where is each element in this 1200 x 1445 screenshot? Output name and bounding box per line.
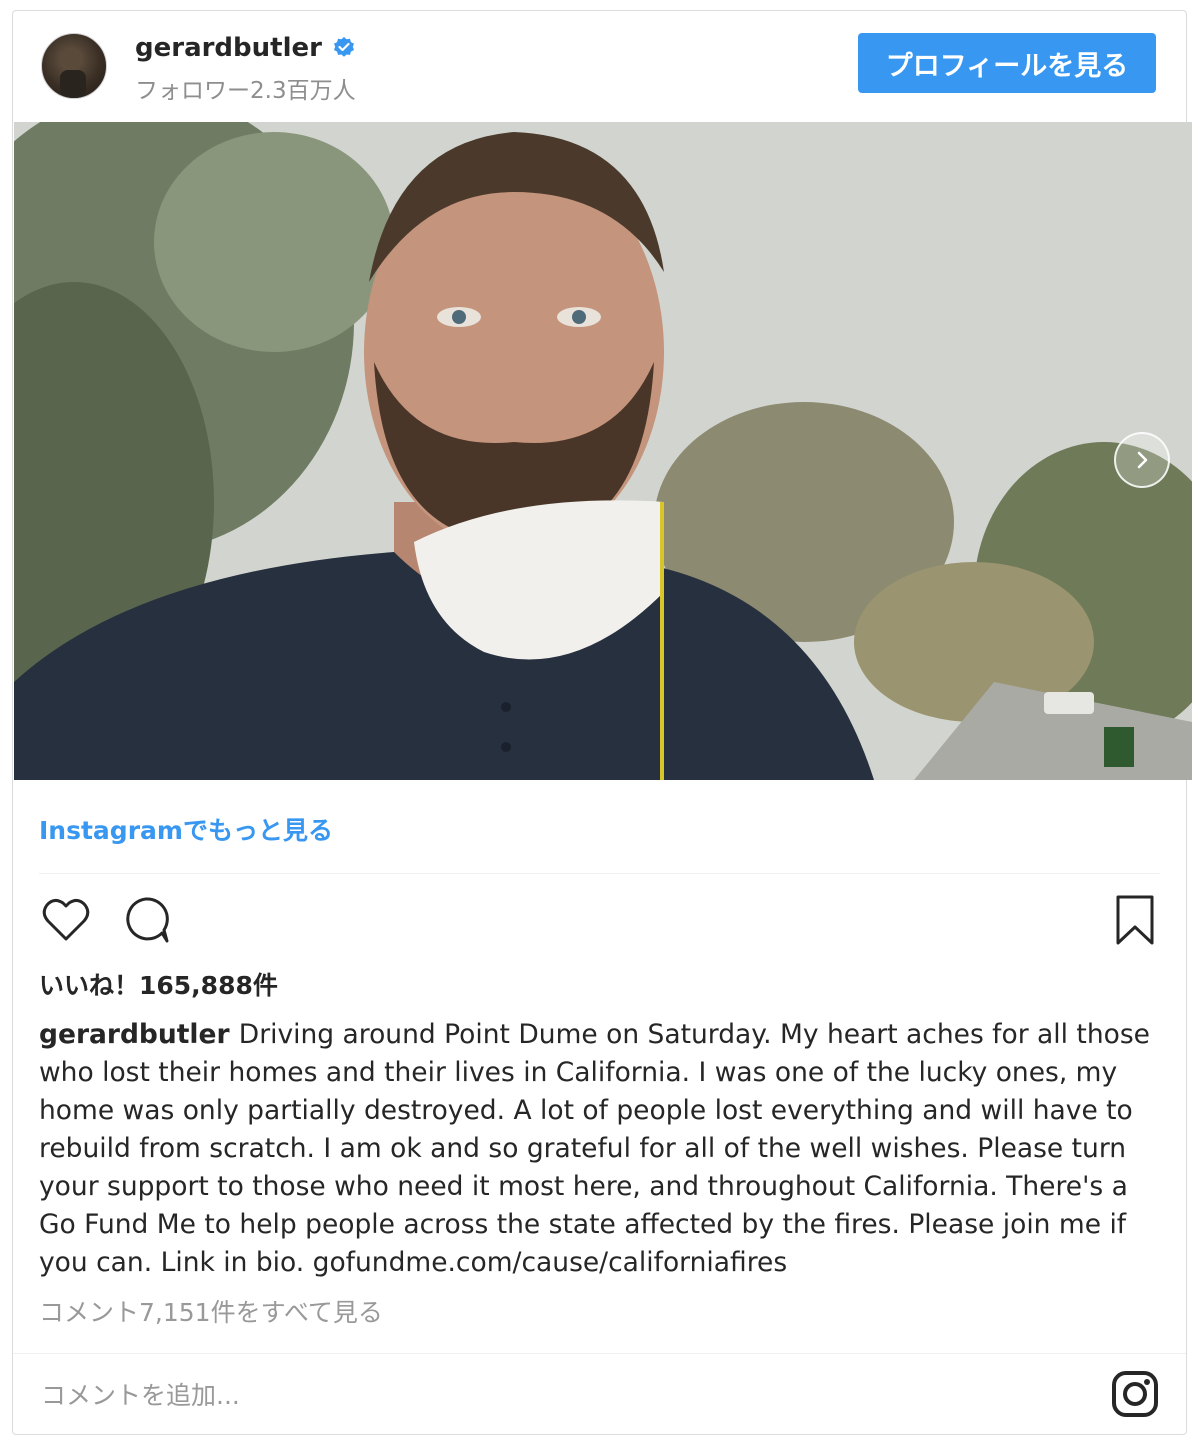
view-profile-button[interactable]: プロフィールを見る	[858, 33, 1156, 93]
view-more-on-instagram-link[interactable]: Instagramでもっと見る	[39, 811, 333, 847]
caption-username[interactable]: gerardbutler	[39, 1019, 239, 1050]
chevron-right-icon	[1132, 450, 1152, 470]
instagram-icon[interactable]	[1110, 1369, 1160, 1419]
comment-icon[interactable]	[119, 893, 173, 947]
comment-bar	[13, 1353, 1186, 1435]
divider	[39, 873, 1160, 874]
view-all-comments-link[interactable]: コメント7,151件をすべて見る	[39, 1293, 383, 1329]
like-count: いいね！165,888件	[39, 971, 278, 1000]
add-comment-input[interactable]	[39, 1367, 1083, 1423]
post-header: gerardbutler フォロワー2.3百万人 プロフィールを見る	[13, 11, 1186, 121]
verified-badge-icon	[332, 36, 356, 60]
username-link[interactable]: gerardbutler	[135, 33, 322, 63]
avatar[interactable]	[41, 33, 107, 99]
follower-count: フォロワー2.3百万人	[135, 78, 356, 104]
bookmark-icon[interactable]	[1108, 893, 1162, 947]
heart-icon[interactable]	[39, 893, 93, 947]
instagram-embed-card: gerardbutler フォロワー2.3百万人 プロフィールを見る Insta…	[12, 10, 1192, 1435]
post-caption: gerardbutler Driving around Point Dume o…	[39, 1016, 1159, 1282]
caption-text: Driving around Point Dume on Saturday. M…	[39, 1019, 1150, 1278]
next-slide-button[interactable]	[1114, 432, 1170, 488]
username-row: gerardbutler	[135, 33, 356, 63]
action-bar	[39, 893, 1162, 953]
post-photo[interactable]	[14, 122, 1192, 780]
